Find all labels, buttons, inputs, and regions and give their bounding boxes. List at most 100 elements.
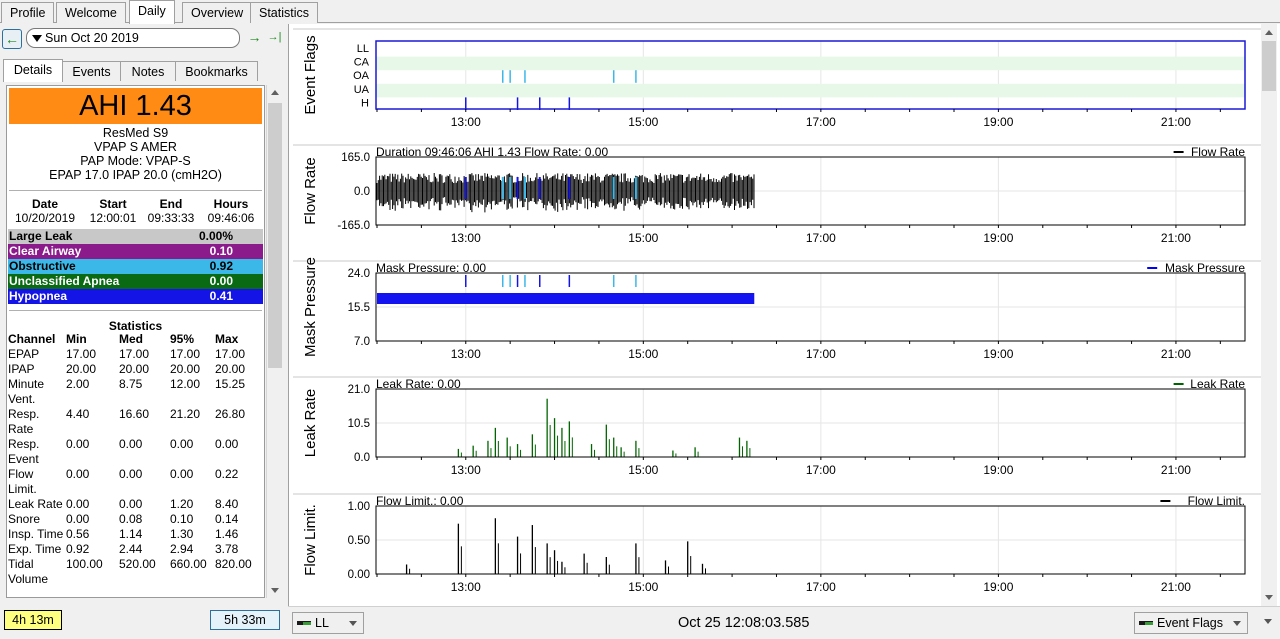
tab-profile[interactable]: Profile bbox=[1, 2, 55, 23]
graph-ylabel: Leak Rate bbox=[302, 389, 319, 457]
divider bbox=[9, 310, 262, 311]
subtab-notes[interactable]: Notes bbox=[120, 61, 176, 81]
event-index-large-leak: Large Leak 0.00% bbox=[8, 229, 263, 244]
x-tick-label: 17:00 bbox=[806, 231, 836, 245]
swatch-icon bbox=[303, 622, 311, 625]
x-tick-label: 19:00 bbox=[983, 347, 1013, 361]
y-tick-label: 165.0 bbox=[341, 152, 370, 164]
flag-row-label: CA bbox=[354, 57, 370, 69]
x-tick-label: 21:00 bbox=[1161, 347, 1191, 361]
time-session-button[interactable]: 5h 33m bbox=[210, 610, 280, 630]
x-tick-label: 21:00 bbox=[1161, 463, 1191, 477]
statistics-title: Statistics bbox=[108, 319, 163, 333]
x-tick-label: 13:00 bbox=[451, 231, 481, 245]
graph-panel-mask-pressure: Mask Pressure Mask Pressure: 0.00 Mask Pre… bbox=[293, 257, 1277, 361]
device-name: ResMed S9 bbox=[102, 126, 169, 140]
back-arrow-icon[interactable]: ← bbox=[2, 29, 22, 49]
y-tick-label: 0.0 bbox=[354, 452, 370, 464]
chevron-down-icon bbox=[349, 621, 357, 626]
y-tick-label: 1.00 bbox=[348, 501, 370, 513]
event-index-obstructive: Obstructive 0.92 bbox=[8, 259, 263, 274]
x-tick-label: 19:00 bbox=[983, 463, 1013, 477]
time-total-button[interactable]: 4h 13m bbox=[4, 610, 62, 630]
graph-panel-leak-rate: Leak RateLeak Rate: 0.00 Leak Rate21.010.… bbox=[293, 376, 1277, 477]
x-tick-label: 19:00 bbox=[983, 580, 1013, 594]
x-tick-label: 15:00 bbox=[628, 580, 658, 594]
graphs-canvas[interactable]: Event Flags LL CAOA UAH 13:00 15:00 17:00 19:00… bbox=[289, 24, 1279, 606]
x-tick-label: 13:00 bbox=[451, 347, 481, 361]
main-tab-bar: Profile Welcome Daily Overview Statistic… bbox=[0, 0, 1280, 24]
time-readout: Oct 25 12:08:03.585 bbox=[678, 615, 810, 631]
y-tick-label: -165.0 bbox=[337, 220, 370, 232]
graph-panel-flow-limit-: Flow Limit.Flow Limit.: 0.00 Flow Limit.1… bbox=[293, 493, 1277, 594]
device-model: VPAP S AMER bbox=[94, 140, 177, 154]
x-tick-label: 21:00 bbox=[1161, 115, 1191, 129]
scroll-up-icon[interactable] bbox=[271, 90, 279, 95]
y-tick-label: 7.0 bbox=[354, 336, 370, 348]
tab-statistics[interactable]: Statistics bbox=[250, 2, 319, 23]
forward-arrow-icon[interactable]: → bbox=[244, 28, 265, 49]
x-tick-label: 19:00 bbox=[983, 231, 1013, 245]
x-tick-label: 15:00 bbox=[628, 231, 658, 245]
flag-row-band bbox=[376, 83, 1245, 98]
scrollbar-thumb[interactable] bbox=[268, 103, 282, 368]
ahi-summary: AHI 1.43 bbox=[9, 88, 262, 124]
tab-welcome[interactable]: Welcome bbox=[56, 2, 126, 23]
details-panel: AHI 1.43 ResMed S9 VPAP S AMER PAP Mode:… bbox=[6, 85, 265, 598]
date-picker-value: Sun Oct 20 2019 bbox=[45, 31, 139, 45]
details-scrollbar[interactable] bbox=[266, 85, 282, 598]
last-day-icon[interactable]: →| bbox=[264, 28, 285, 49]
chevron-down-icon bbox=[1233, 621, 1241, 626]
dropdown-triangle-icon bbox=[32, 35, 42, 42]
chevron-down-icon[interactable] bbox=[1264, 619, 1272, 624]
flag-row-band bbox=[376, 56, 1245, 71]
y-tick-label: 24.0 bbox=[348, 268, 370, 280]
date-picker[interactable]: Sun Oct 20 2019 bbox=[26, 28, 240, 48]
flag-row-label: UA bbox=[354, 84, 370, 96]
x-tick-label: 17:00 bbox=[806, 580, 836, 594]
x-tick-label: 15:00 bbox=[628, 463, 658, 477]
subtab-details[interactable]: Details bbox=[3, 59, 63, 82]
graph-frame bbox=[375, 40, 1246, 110]
flag-row-label: OA bbox=[353, 70, 370, 82]
graph-area: Event Flags LL CA OA UA H 13:00 15:00 17:00 19:00… bbox=[288, 24, 1280, 639]
event-type-selector[interactable]: LL bbox=[292, 612, 364, 634]
y-tick-label: 15.5 bbox=[348, 302, 370, 314]
subtab-events[interactable]: Events bbox=[62, 61, 121, 81]
tab-overview[interactable]: Overview bbox=[182, 2, 253, 23]
y-tick-label: 0.00 bbox=[348, 569, 370, 581]
x-tick-label: 15:00 bbox=[628, 347, 658, 361]
graph-ylabel: Event Flags bbox=[302, 35, 319, 114]
y-tick-label: 10.5 bbox=[348, 418, 370, 430]
scroll-down-icon[interactable] bbox=[271, 588, 279, 593]
x-tick-label: 17:00 bbox=[806, 463, 836, 477]
event-index-unclassified-apnea: Unclassified Apnea 0.00 bbox=[8, 274, 263, 289]
graph-selector[interactable]: Event Flags bbox=[1134, 612, 1248, 634]
flag-row-label: H bbox=[361, 97, 369, 109]
x-tick-label: 15:00 bbox=[628, 115, 658, 129]
x-tick-label: 19:00 bbox=[983, 115, 1013, 129]
x-tick-label: 21:00 bbox=[1161, 231, 1191, 245]
x-tick-label: 13:00 bbox=[451, 463, 481, 477]
graph-footer: LL Oct 25 12:08:03.585 Event Flags bbox=[288, 606, 1280, 639]
y-tick-label: 0.0 bbox=[354, 186, 370, 198]
left-pane: ← Sun Oct 20 2019 → →| Details Events No… bbox=[0, 24, 287, 639]
graph-ylabel: Flow Rate bbox=[302, 157, 319, 225]
event-index-clear-airway: Clear Airway 0.10 bbox=[8, 244, 263, 259]
pap-mode: PAP Mode: VPAP-S bbox=[80, 154, 191, 168]
flag-row-label: LL bbox=[357, 43, 369, 55]
swatch-icon bbox=[1145, 622, 1153, 625]
divider bbox=[9, 190, 262, 191]
graph-panel-flow-rate: Flow RateDuration 09:46:06 AHI 1.43 Flow… bbox=[293, 144, 1277, 245]
event-index-hypopnea: Hypopnea 0.41 bbox=[8, 289, 263, 304]
graph-scrollbar bbox=[1261, 24, 1277, 606]
x-tick-label: 17:00 bbox=[806, 347, 836, 361]
y-tick-label: 21.0 bbox=[348, 384, 370, 396]
x-tick-label: 17:00 bbox=[806, 115, 836, 129]
x-tick-label: 21:00 bbox=[1161, 580, 1191, 594]
subtab-bookmarks[interactable]: Bookmarks bbox=[175, 61, 258, 81]
tab-daily[interactable]: Daily bbox=[129, 0, 175, 24]
x-tick-label: 13:00 bbox=[451, 115, 481, 129]
pressure-settings: EPAP 17.0 IPAP 20.0 (cmH2O) bbox=[49, 168, 222, 182]
y-tick-label: 0.50 bbox=[348, 535, 370, 547]
